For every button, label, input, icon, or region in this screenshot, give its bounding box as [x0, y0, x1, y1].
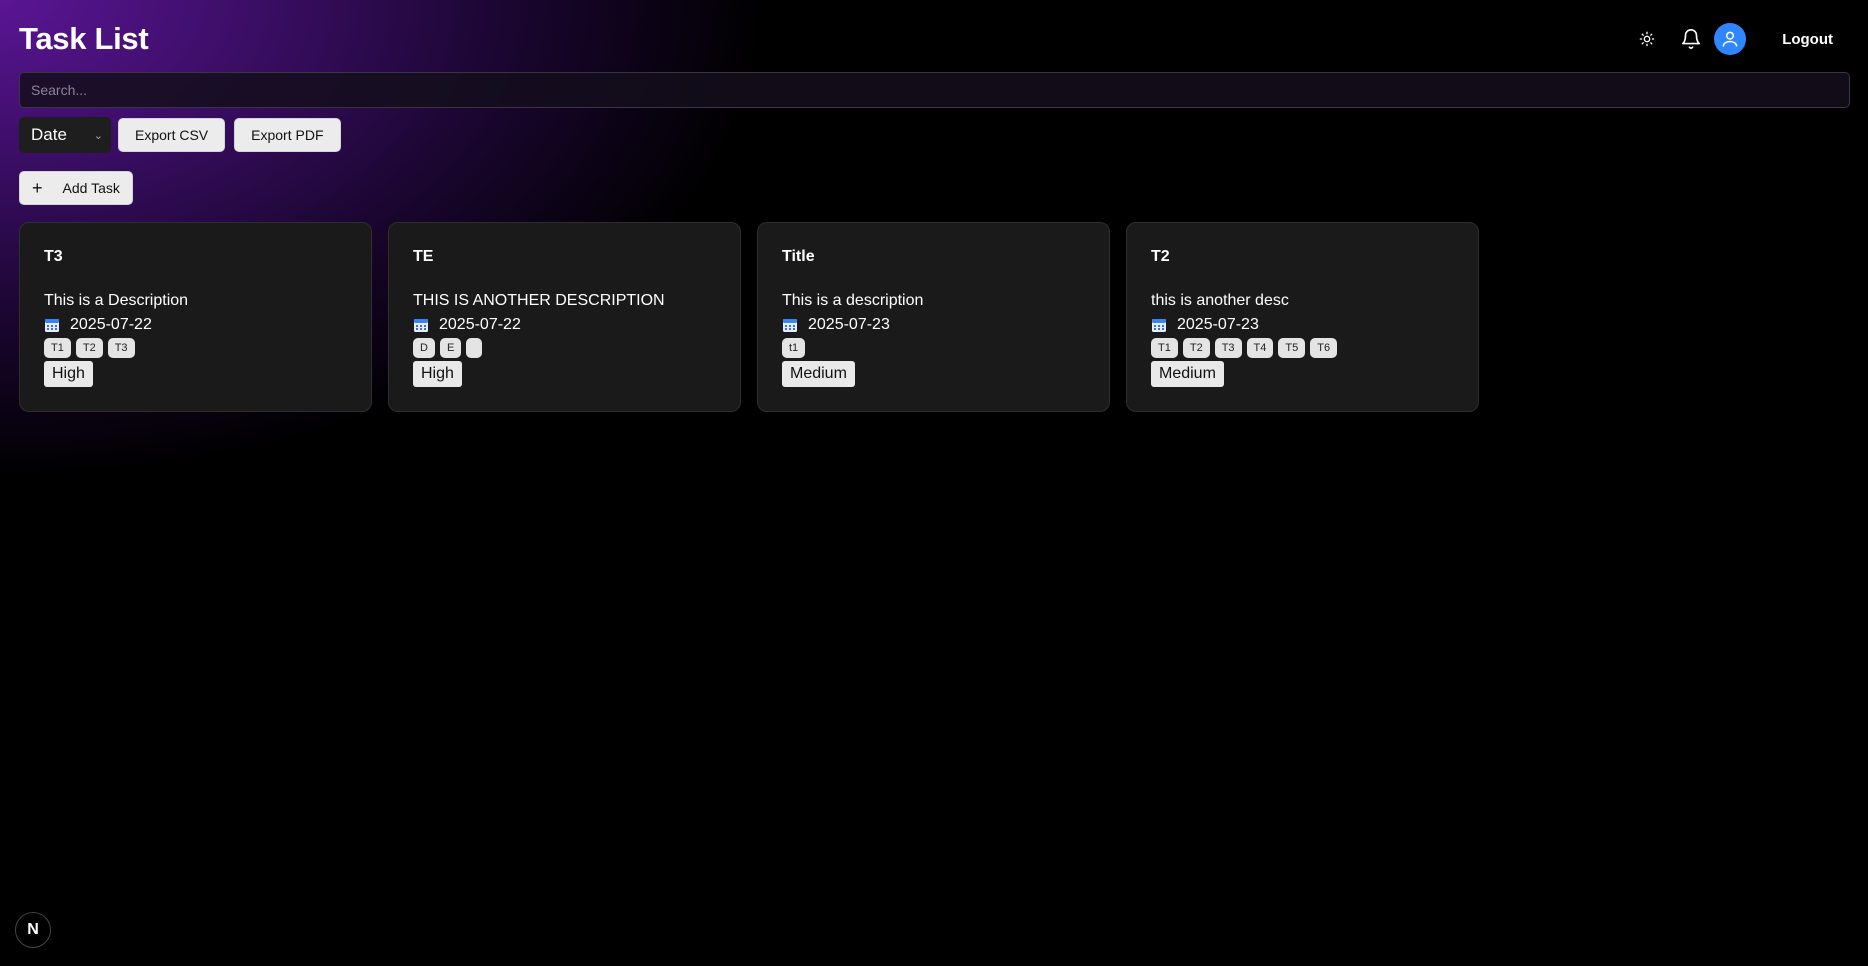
tag-badge: T1 [1151, 338, 1178, 358]
toolbar: Date ⌄ Export CSV Export PDF [19, 117, 350, 153]
header: Task List Logout [19, 18, 1849, 60]
page-title: Task List [19, 21, 149, 56]
tag-badge: E [439, 338, 462, 358]
task-title: TE [413, 248, 434, 265]
sun-icon [1639, 31, 1655, 47]
calendar-icon [1152, 319, 1166, 332]
task-title: T3 [44, 248, 63, 265]
tag-badge: T1 [44, 338, 71, 358]
task-date: 2025-07-23 [1151, 315, 1454, 335]
task-date: 2025-07-22 [413, 315, 716, 335]
sort-select[interactable]: Date ⌄ [19, 117, 111, 153]
calendar-icon [783, 319, 797, 332]
calendar-icon [45, 319, 59, 332]
tag-badge: T3 [1214, 338, 1242, 358]
task-date: 2025-07-22 [44, 315, 347, 335]
priority-badge: High [413, 361, 462, 387]
task-description: This is a description [782, 292, 924, 309]
priority-badge: Medium [782, 361, 855, 387]
task-tags: T1 T2 T3 T4 T5 T6 [1151, 338, 1454, 358]
user-icon [1722, 31, 1738, 47]
tag-badge: T4 [1246, 338, 1274, 358]
task-card[interactable]: T2 this is another desc 2025-07-23 T1 T2… [1126, 222, 1479, 412]
task-date-value: 2025-07-23 [1177, 316, 1259, 333]
tag-badge: T2 [75, 338, 103, 358]
task-date-value: 2025-07-23 [808, 316, 890, 333]
task-tags: T1 T2 T3 [44, 338, 347, 358]
tag-badge [466, 338, 483, 358]
calendar-icon [414, 319, 428, 332]
bell-icon [1682, 29, 1701, 49]
dev-tools-badge[interactable]: N [15, 912, 51, 948]
task-card-list: T3 This is a Description 2025-07-22 T1 T… [19, 222, 1495, 412]
add-task-label: Add Task [62, 180, 120, 196]
tag-badge: T5 [1278, 338, 1306, 358]
search-input[interactable] [19, 72, 1850, 108]
priority-badge: Medium [1151, 361, 1224, 387]
task-description: this is another desc [1151, 292, 1289, 309]
add-task-button[interactable]: + Add Task [19, 171, 133, 205]
header-actions: Logout [1630, 22, 1849, 56]
sort-select-value: Date [31, 125, 67, 144]
task-date: 2025-07-23 [782, 315, 1085, 335]
tag-badge: T6 [1310, 338, 1338, 358]
export-csv-button[interactable]: Export CSV [118, 118, 226, 152]
task-title: Title [782, 248, 815, 265]
tag-badge: T2 [1182, 338, 1210, 358]
export-pdf-button[interactable]: Export PDF [234, 118, 341, 152]
task-date-value: 2025-07-22 [70, 316, 152, 333]
chevron-down-icon: ⌄ [93, 129, 103, 142]
task-title: T2 [1151, 248, 1170, 265]
tag-badge: D [413, 338, 435, 358]
logout-button[interactable]: Logout [1766, 25, 1849, 54]
tag-badge: t1 [782, 338, 806, 358]
priority-badge: High [44, 361, 93, 387]
notifications-button[interactable] [1674, 22, 1708, 56]
task-card[interactable]: Title This is a description 2025-07-23 t… [757, 222, 1110, 412]
avatar[interactable] [1714, 23, 1747, 55]
plus-icon: + [32, 178, 43, 198]
task-date-value: 2025-07-22 [439, 316, 521, 333]
task-description: THIS IS ANOTHER DESCRIPTION [413, 292, 665, 309]
tag-badge: T3 [107, 338, 135, 358]
task-tags: t1 [782, 338, 1085, 358]
task-card[interactable]: TE THIS IS ANOTHER DESCRIPTION 2025-07-2… [388, 222, 741, 412]
task-card[interactable]: T3 This is a Description 2025-07-22 T1 T… [19, 222, 372, 412]
theme-toggle-button[interactable] [1630, 22, 1664, 56]
task-description: This is a Description [44, 292, 189, 309]
task-tags: D E [413, 338, 716, 358]
